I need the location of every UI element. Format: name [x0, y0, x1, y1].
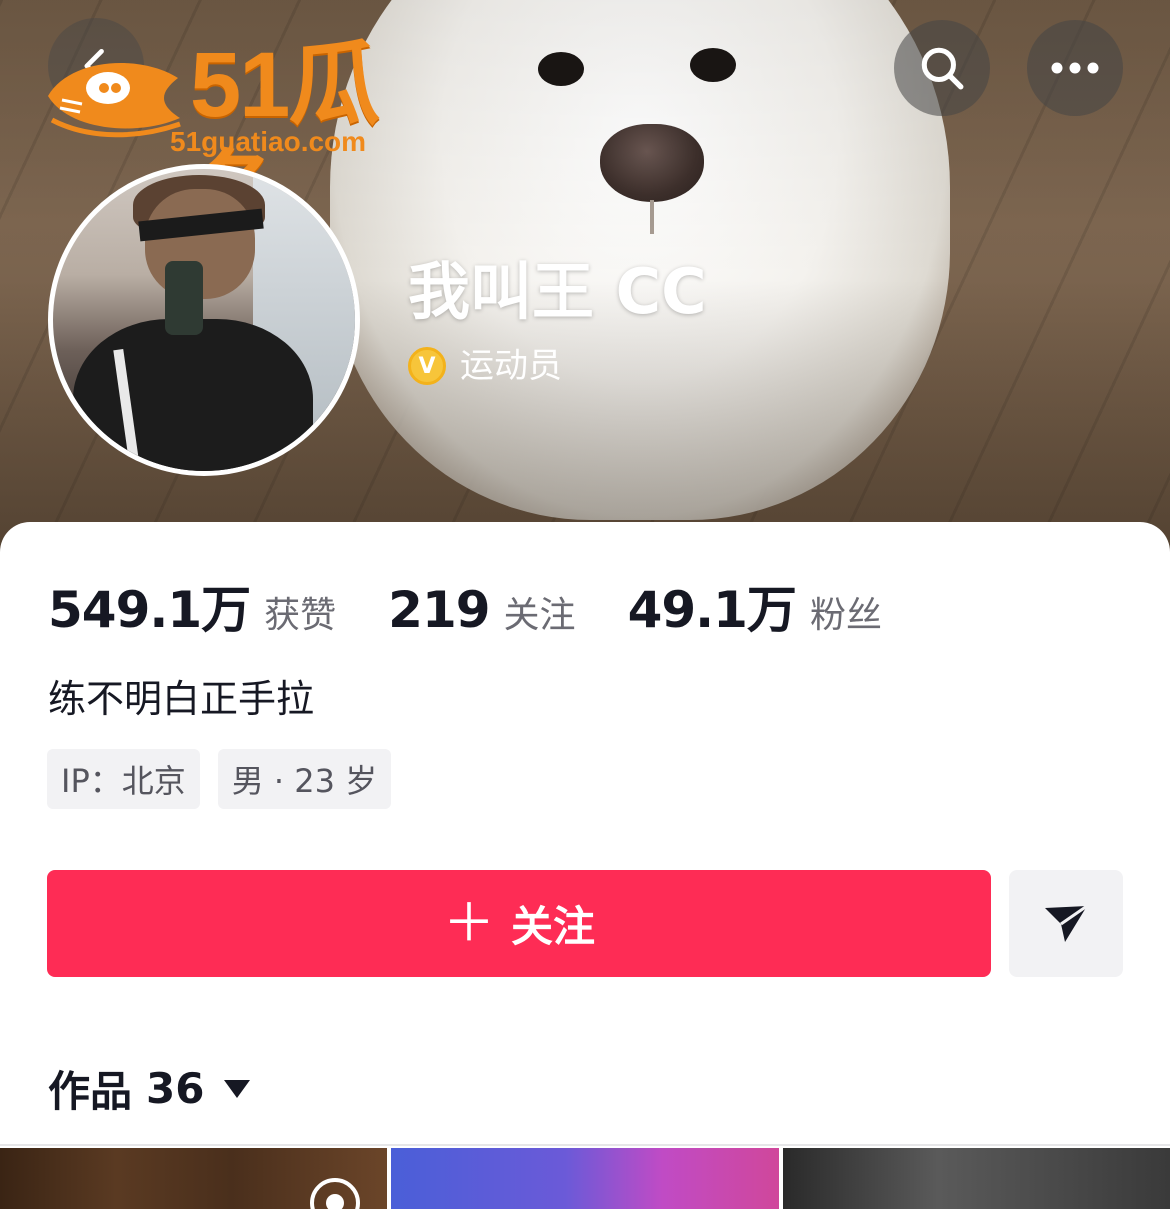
works-grid [0, 1148, 1170, 1209]
profile-bio: 练不明白正手拉 [48, 677, 315, 721]
follow-button-label: 关注 [511, 902, 596, 951]
video-thumbnail[interactable] [782, 1148, 1170, 1209]
send-icon [1045, 904, 1088, 942]
stat-likes-label: 获赞 [264, 595, 337, 636]
stat-likes-value: 549.1万 [48, 581, 251, 639]
avatar[interactable] [48, 164, 360, 476]
caret-down-icon [224, 1079, 251, 1098]
ip-location-tag: IP：北京 [47, 749, 200, 809]
profile-tags: IP：北京 男 · 23 岁 [47, 749, 392, 809]
search-icon [921, 47, 964, 90]
more-button[interactable] [1027, 20, 1123, 116]
plus-icon: ＋ [442, 893, 495, 954]
video-thumbnail[interactable] [0, 1148, 388, 1209]
avatar-phone [165, 261, 203, 335]
verified-badge-icon: V [408, 347, 446, 385]
watermark-logo: 51瓜条 51guatiao.com [40, 30, 460, 246]
stat-followers-value: 49.1万 [627, 581, 797, 639]
stat-followers[interactable]: 49.1万 粉丝 [628, 570, 882, 642]
stat-following-value: 219 [388, 581, 490, 639]
stat-followers-label: 粉丝 [809, 595, 882, 636]
more-icon [1051, 62, 1099, 74]
stat-following-label: 关注 [503, 595, 576, 636]
pin-icon [310, 1178, 360, 1209]
stats-row: 549.1万 获赞 219 关注 49.1万 粉丝 [48, 570, 934, 642]
stat-likes[interactable]: 549.1万 获赞 [48, 570, 336, 642]
profile-name: 我叫王 CC [408, 255, 707, 328]
follow-button[interactable]: ＋ 关注 [47, 870, 991, 977]
works-label: 作品 [48, 1067, 133, 1116]
gender-age-tag: 男 · 23 岁 [217, 749, 392, 809]
fish-logo-icon [48, 63, 181, 138]
stat-following[interactable]: 219 关注 [388, 581, 575, 639]
watermark-domain-text: 51guatiao.com [170, 126, 367, 157]
share-button[interactable] [1009, 870, 1123, 977]
search-button[interactable] [894, 20, 990, 116]
works-count: 36 [146, 1064, 205, 1113]
avatar-jacket [73, 319, 313, 471]
video-thumbnail[interactable] [391, 1148, 779, 1209]
divider [0, 1144, 1170, 1146]
verification-row[interactable]: V 运动员 [408, 344, 562, 388]
works-tab[interactable]: 作品 36 [48, 1058, 251, 1119]
verification-label: 运动员 [460, 346, 562, 386]
